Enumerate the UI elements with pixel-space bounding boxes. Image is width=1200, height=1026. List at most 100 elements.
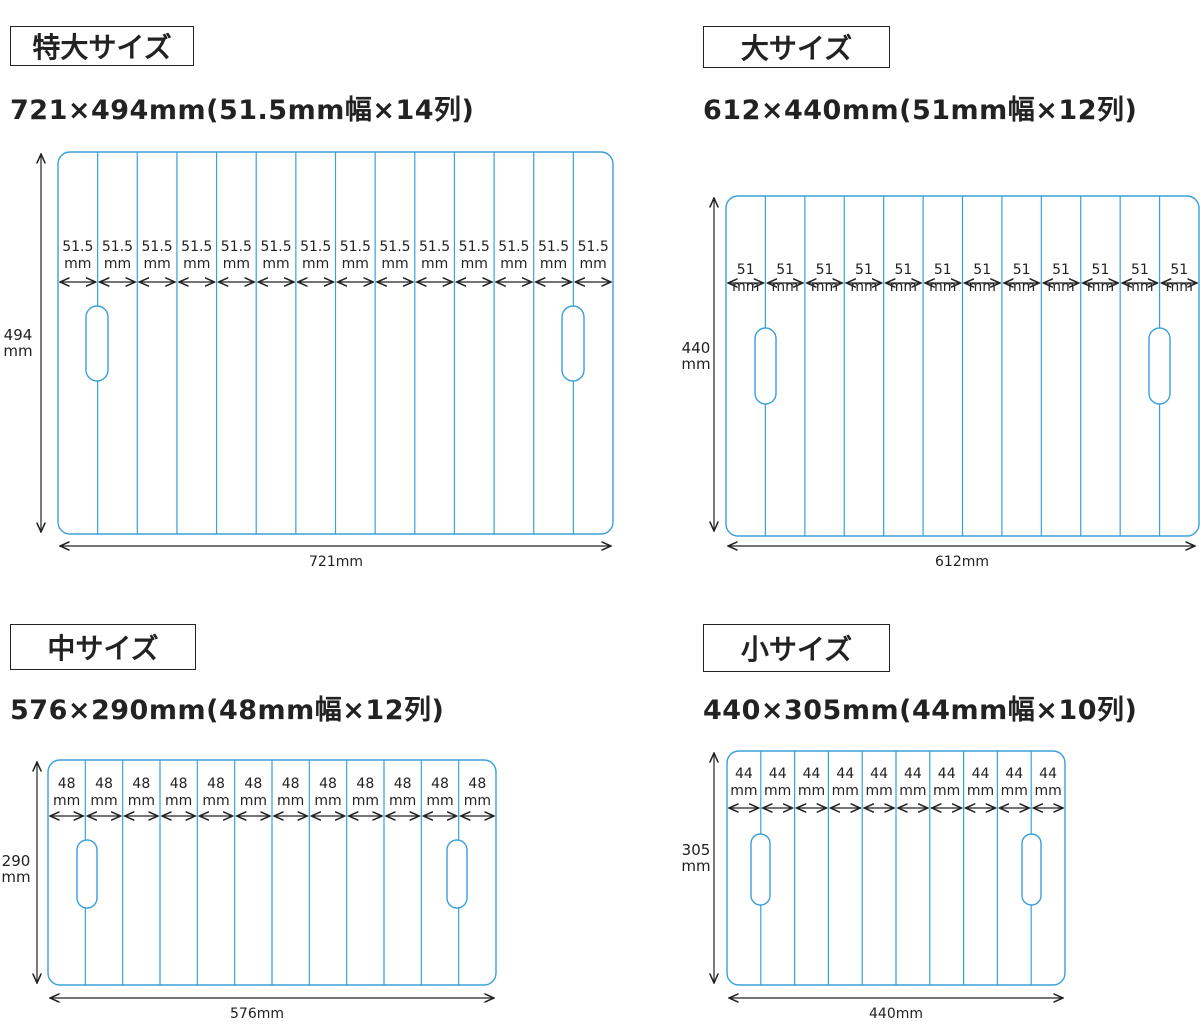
column-width-unit: mm: [165, 793, 192, 809]
column-width-unit: mm: [1008, 279, 1035, 295]
column-width-unit: mm: [1047, 279, 1074, 295]
column-width-unit: mm: [933, 783, 960, 799]
handle-hole: [76, 839, 98, 909]
column-width-unit: mm: [969, 279, 996, 295]
column-width-value: 48: [356, 776, 374, 792]
column-width-unit: mm: [899, 783, 926, 799]
column-width-unit: mm: [1087, 279, 1114, 295]
column-width-unit: mm: [277, 793, 304, 809]
column-width-unit: mm: [865, 783, 892, 799]
handle-hole: [1148, 327, 1171, 405]
column-width-value: 51: [934, 262, 952, 278]
column-width-value: 48: [207, 776, 225, 792]
column-width-value: 48: [95, 776, 113, 792]
size-spec-text: 721×494mm(51.5mm幅×14列): [10, 95, 475, 126]
size-label-box: 特大サイズ: [10, 26, 194, 66]
column-width-value: 48: [244, 776, 262, 792]
column-width-value: 48: [431, 776, 449, 792]
column-width-value: 44: [803, 766, 821, 782]
column-width-unit: mm: [90, 793, 117, 809]
handle-hole: [446, 839, 468, 909]
column-width-value: 51.5: [340, 239, 371, 255]
column-width-value: 51.5: [221, 239, 252, 255]
column-width-value: 51.5: [300, 239, 331, 255]
column-width-value: 51.5: [102, 239, 133, 255]
size-spec-text: 576×290mm(48mm幅×12列): [10, 695, 445, 726]
width-dimension-label: 612mm: [935, 554, 989, 570]
size-spec-text: 440×305mm(44mm幅×10列): [703, 695, 1138, 726]
column-width-value: 44: [769, 766, 787, 782]
column-width-unit: mm: [764, 783, 791, 799]
column-width-unit: mm: [262, 256, 289, 272]
column-width-unit: mm: [202, 793, 229, 809]
column-width-unit: mm: [890, 279, 917, 295]
column-width-unit: mm: [461, 256, 488, 272]
column-width-unit: mm: [580, 256, 607, 272]
size-spec-text: 612×440mm(51mm幅×12列): [703, 95, 1138, 126]
column-width-unit: mm: [128, 793, 155, 809]
width-dimension-label: 721mm: [309, 554, 363, 570]
height-dimension-unit: mm: [3, 342, 32, 360]
column-width-value: 48: [282, 776, 300, 792]
column-width-unit: mm: [850, 279, 877, 295]
diagram-canvas: 51.5mm51.5mm51.5mm51.5mm51.5mm51.5mm51.5…: [1, 151, 1200, 1022]
column-width-unit: mm: [314, 793, 341, 809]
size-label-box: 中サイズ: [10, 624, 196, 670]
height-dimension-unit: mm: [681, 355, 710, 373]
height-dimension-unit: mm: [681, 857, 710, 875]
column-width-value: 51: [1052, 262, 1070, 278]
column-width-unit: mm: [730, 783, 757, 799]
column-width-value: 51.5: [62, 239, 93, 255]
column-width-unit: mm: [540, 256, 567, 272]
column-width-unit: mm: [381, 256, 408, 272]
column-width-unit: mm: [929, 279, 956, 295]
column-width-unit: mm: [223, 256, 250, 272]
column-width-unit: mm: [1001, 783, 1028, 799]
column-width-unit: mm: [967, 783, 994, 799]
column-width-value: 44: [972, 766, 990, 782]
column-width-unit: mm: [1034, 783, 1061, 799]
column-width-value: 51: [737, 262, 755, 278]
column-width-unit: mm: [1166, 279, 1193, 295]
handle-hole: [1021, 833, 1042, 906]
column-width-value: 51: [894, 262, 912, 278]
column-width-value: 48: [319, 776, 337, 792]
column-width-value: 51: [1131, 262, 1149, 278]
column-width-value: 51.5: [379, 239, 410, 255]
column-width-value: 51.5: [260, 239, 291, 255]
column-width-value: 51.5: [578, 239, 609, 255]
column-width-value: 51: [1092, 262, 1110, 278]
column-width-value: 51.5: [459, 239, 490, 255]
column-width-value: 48: [132, 776, 150, 792]
column-width-value: 51.5: [419, 239, 450, 255]
column-width-value: 51.5: [142, 239, 173, 255]
column-width-unit: mm: [832, 783, 859, 799]
column-width-value: 44: [735, 766, 753, 782]
height-dimension-unit: mm: [1, 868, 30, 886]
column-width-unit: mm: [342, 256, 369, 272]
column-width-unit: mm: [421, 256, 448, 272]
column-width-value: 48: [170, 776, 188, 792]
column-width-unit: mm: [143, 256, 170, 272]
column-width-value: 44: [1039, 766, 1057, 782]
column-width-value: 44: [904, 766, 922, 782]
column-width-unit: mm: [798, 783, 825, 799]
column-width-value: 51: [816, 262, 834, 278]
handle-hole: [754, 327, 777, 405]
column-width-unit: mm: [302, 256, 329, 272]
column-width-value: 51.5: [538, 239, 569, 255]
column-width-unit: mm: [240, 793, 267, 809]
column-width-value: 51: [855, 262, 873, 278]
column-width-value: 51: [973, 262, 991, 278]
column-width-value: 44: [836, 766, 854, 782]
column-width-value: 51: [776, 262, 794, 278]
column-width-unit: mm: [426, 793, 453, 809]
column-width-unit: mm: [732, 279, 759, 295]
column-width-value: 51: [1170, 262, 1188, 278]
column-width-unit: mm: [1126, 279, 1153, 295]
column-width-value: 48: [468, 776, 486, 792]
column-width-value: 51.5: [498, 239, 529, 255]
column-width-value: 48: [58, 776, 76, 792]
handle-hole: [85, 305, 109, 382]
size-label-box: 小サイズ: [703, 624, 890, 672]
